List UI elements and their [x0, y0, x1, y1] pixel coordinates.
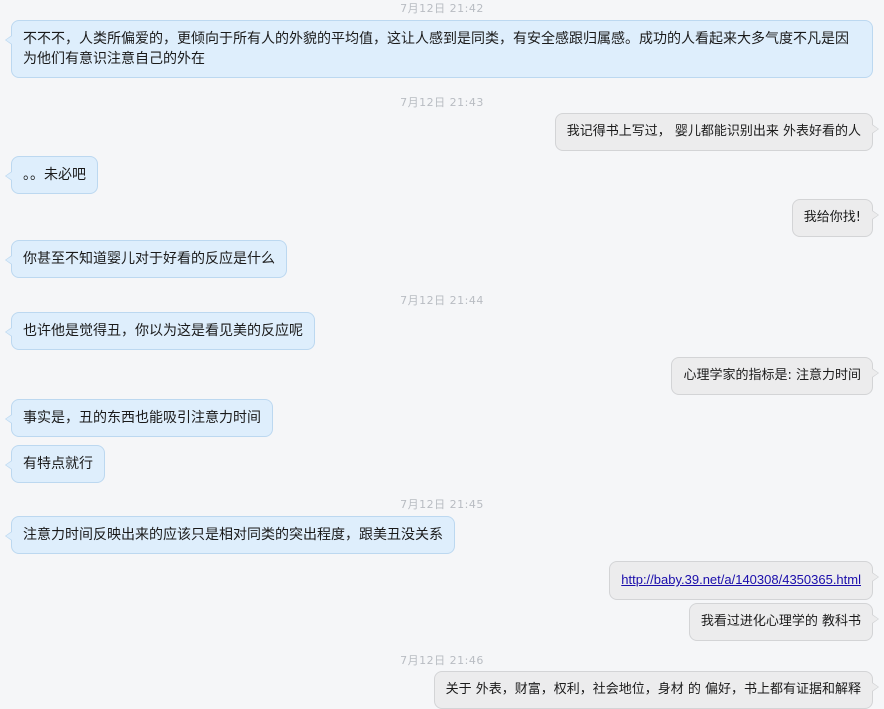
message-bubble-incoming[interactable]: 有特点就行 [5, 445, 105, 483]
message-bubble-outgoing[interactable]: 我记得书上写过， 婴儿都能识别出来 外表好看的人 [554, 113, 880, 151]
message-bubble-outgoing[interactable]: 心理学家的指标是: 注意力时间 [671, 357, 879, 395]
message-bubble-incoming[interactable]: 事实是，丑的东西也能吸引注意力时间 [5, 399, 273, 437]
message-bubble-outgoing[interactable]: 我看过进化心理学的 教科书 [688, 603, 880, 641]
message-bubble-incoming[interactable]: 注意力时间反映出来的应该只是相对同类的突出程度，跟美丑没关系 [5, 516, 455, 554]
timestamp: 7月12日 21:46 [400, 654, 484, 667]
message-bubble-incoming[interactable]: 。。未必吧 [5, 156, 98, 194]
message-bubble-incoming[interactable]: 不不不，人类所偏爱的，更倾向于所有人的外貌的平均值，这让人感到是同类，有安全感跟… [5, 20, 873, 78]
shared-link[interactable]: http://baby.39.net/a/140308/4350365.html [621, 572, 861, 587]
timestamp: 7月12日 21:45 [400, 498, 484, 511]
message-bubble-incoming[interactable]: 也许他是觉得丑，你以为这是看见美的反应呢 [5, 312, 315, 350]
message-bubble-incoming[interactable]: 你甚至不知道婴儿对于好看的反应是什么 [5, 240, 287, 278]
message-bubble-outgoing: http://baby.39.net/a/140308/4350365.html [609, 561, 879, 600]
timestamp: 7月12日 21:42 [400, 2, 484, 15]
timestamp: 7月12日 21:43 [400, 96, 484, 109]
message-bubble-outgoing[interactable]: 我给你找! [791, 199, 880, 237]
timestamp: 7月12日 21:44 [400, 294, 484, 307]
message-bubble-outgoing[interactable]: 关于 外表，财富，权利，社会地位，身材 的 偏好，书上都有证据和解释 [433, 671, 880, 709]
